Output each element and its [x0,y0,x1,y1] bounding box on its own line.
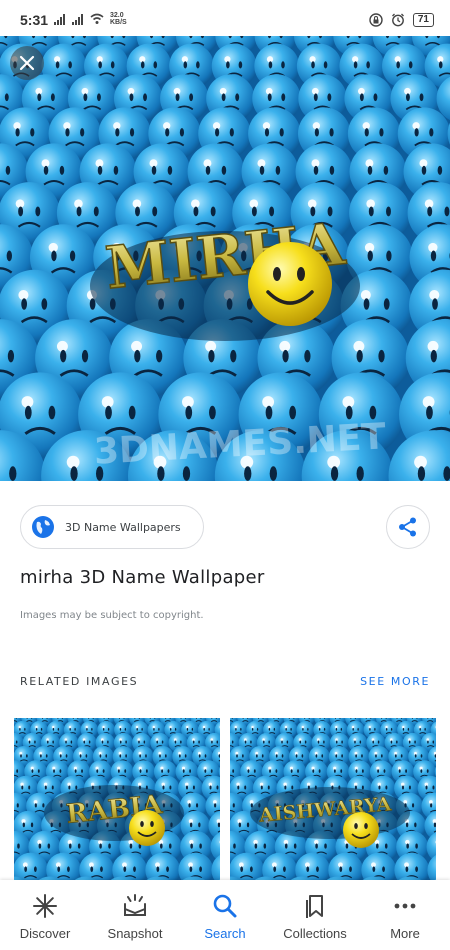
alarm-icon [391,13,404,27]
yellow-smiley [129,810,165,846]
signal-indicators [54,13,104,25]
bottom-navigation: Discover Snapshot Search Collections Mor… [0,880,450,950]
network-speed-unit: KB/S [110,19,127,26]
nav-label: Search [204,926,246,941]
nav-label: Snapshot [107,926,163,941]
snapshot-icon [124,894,146,916]
wallpaper-artwork: MIRHA 3DNAMES.NET [0,36,450,481]
nav-more[interactable]: More [360,880,450,950]
related-image-thumbnail[interactable]: AISHWARYA [230,718,436,880]
copyright-notice: Images may be subject to copyright. [20,610,204,621]
related-image-thumbnail[interactable]: RABIA [14,718,220,880]
yellow-smiley [248,242,332,326]
status-bar: 5:31 32.0 KB/S 71 [0,0,450,36]
lock-icon [369,13,383,27]
share-icon [399,517,416,537]
related-thumbnail-art: AISHWARYA [230,718,436,880]
nav-label: Discover [19,926,71,941]
wallpaper-image[interactable]: MIRHA 3DNAMES.NET [0,36,450,481]
see-more-link[interactable]: SEE MORE [360,675,430,688]
image-title: mirha 3D Name Wallpaper [20,567,265,588]
more-dots-icon [394,903,416,909]
related-images-heading: RELATED IMAGES [20,675,139,688]
share-button[interactable] [386,505,430,549]
source-chip[interactable]: 3D Name Wallpapers [20,505,204,549]
search-icon [213,894,237,918]
asterisk-icon [33,894,57,918]
close-icon [19,55,35,71]
status-time: 5:31 [20,12,49,28]
wifi-icon [90,13,104,24]
nav-label: More [390,926,420,941]
battery-indicator: 71 [412,13,434,27]
related-thumbnail-art: RABIA [14,718,220,880]
signal-icon [54,14,65,25]
signal-icon-2 [72,14,83,25]
globe-icon [32,516,54,538]
nav-label: Collections [283,926,347,941]
nav-search[interactable]: Search [180,880,270,950]
network-speed: 32.0 KB/S [110,12,127,26]
bookmarks-icon [306,895,323,918]
network-speed-value: 32.0 [110,12,124,19]
source-label: 3D Name Wallpapers [65,520,181,534]
close-button[interactable] [10,46,44,80]
nav-collections[interactable]: Collections [270,880,360,950]
yellow-smiley [343,812,379,848]
nav-discover[interactable]: Discover [0,880,90,950]
nav-snapshot[interactable]: Snapshot [90,880,180,950]
